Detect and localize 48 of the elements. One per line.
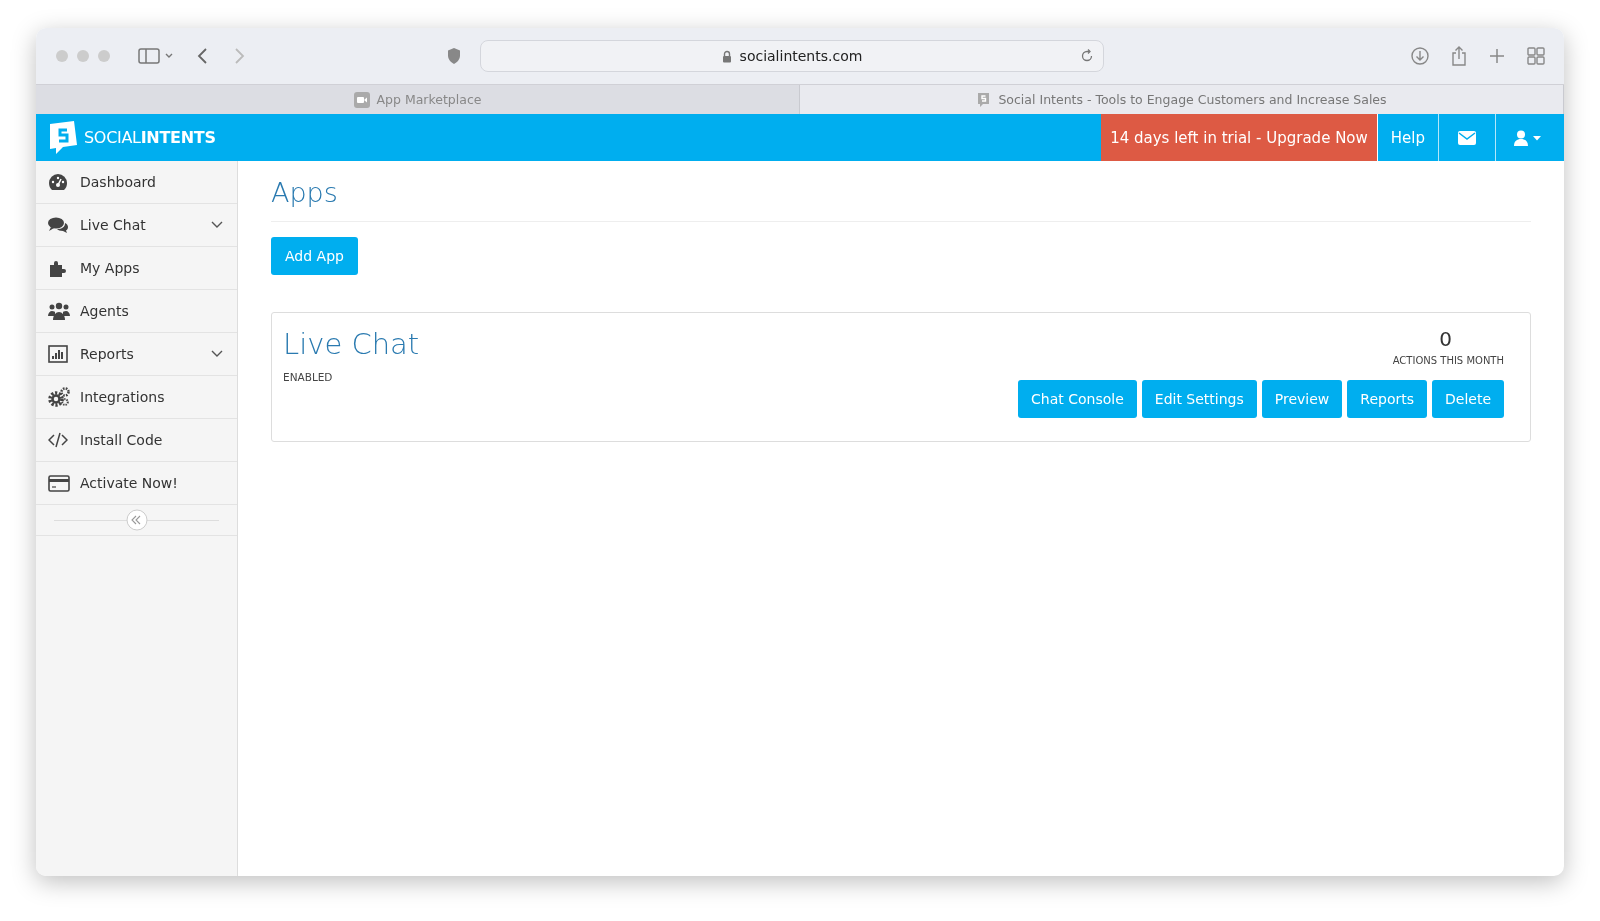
download-icon[interactable]	[1410, 46, 1430, 66]
users-icon	[48, 302, 70, 320]
sidebar-item[interactable]: Reports	[36, 333, 237, 376]
reload-icon[interactable]	[1080, 49, 1094, 63]
upgrade-button[interactable]: 14 days left in trial - Upgrade Now	[1101, 114, 1378, 161]
chat-bubbles-icon	[48, 216, 68, 234]
sidebar-item[interactable]: Install Code	[36, 419, 237, 462]
sidebar-item[interactable]: Agents	[36, 290, 237, 333]
share-icon[interactable]	[1450, 45, 1468, 67]
gears-icon	[48, 387, 70, 407]
forward-icon[interactable]	[232, 46, 246, 66]
lock-icon	[721, 49, 732, 63]
envelope-icon	[1458, 130, 1476, 145]
gauge-icon	[48, 173, 68, 191]
add-app-button[interactable]: Add App	[271, 237, 358, 275]
app-action-button[interactable]: Preview	[1261, 380, 1343, 418]
actions-count: 0	[1439, 327, 1452, 351]
app-name[interactable]: Live Chat	[283, 327, 1019, 361]
browser-tab[interactable]: Social Intents - Tools to Engage Customers and Increase Sales	[800, 85, 1564, 114]
new-tab-icon[interactable]	[1488, 47, 1506, 65]
video-camera-icon	[353, 91, 370, 108]
sidebar-toggle-icon[interactable]	[138, 46, 174, 66]
chevron-down-icon[interactable]	[211, 221, 223, 229]
page-title: Apps	[271, 176, 339, 210]
user-icon	[1514, 129, 1542, 146]
sidebar-item[interactable]: My Apps	[36, 247, 237, 290]
address-text: socialintents.com	[739, 48, 863, 64]
collapse-sidebar-icon[interactable]	[125, 509, 148, 531]
bar-chart-icon	[48, 345, 68, 363]
address-bar[interactable]: socialintents.com	[480, 40, 1104, 72]
site-logo-icon	[976, 91, 992, 108]
app-action-button[interactable]: Reports	[1347, 380, 1427, 418]
sidebar-item[interactable]: Live Chat	[36, 204, 237, 247]
actions-count-label: ACTIONS THIS MONTH	[1392, 355, 1504, 366]
code-icon	[48, 432, 68, 448]
app-action-button[interactable]: Chat Console	[1018, 380, 1137, 418]
chevron-down-icon[interactable]	[211, 350, 223, 358]
credit-card-icon	[48, 474, 70, 492]
app-status: ENABLED	[283, 371, 334, 383]
sidebar-item[interactable]: Dashboard	[36, 161, 237, 204]
back-icon[interactable]	[196, 46, 210, 66]
shield-icon[interactable]	[446, 47, 462, 65]
social-intents-logo[interactable]: SOCIALINTENTS	[36, 114, 216, 161]
puzzle-icon	[48, 259, 68, 277]
tab-overview-icon[interactable]	[1526, 46, 1546, 66]
app-action-button[interactable]: Delete	[1432, 380, 1504, 418]
sidebar-item[interactable]: Integrations	[36, 376, 237, 419]
app-action-button[interactable]: Edit Settings	[1141, 380, 1257, 418]
